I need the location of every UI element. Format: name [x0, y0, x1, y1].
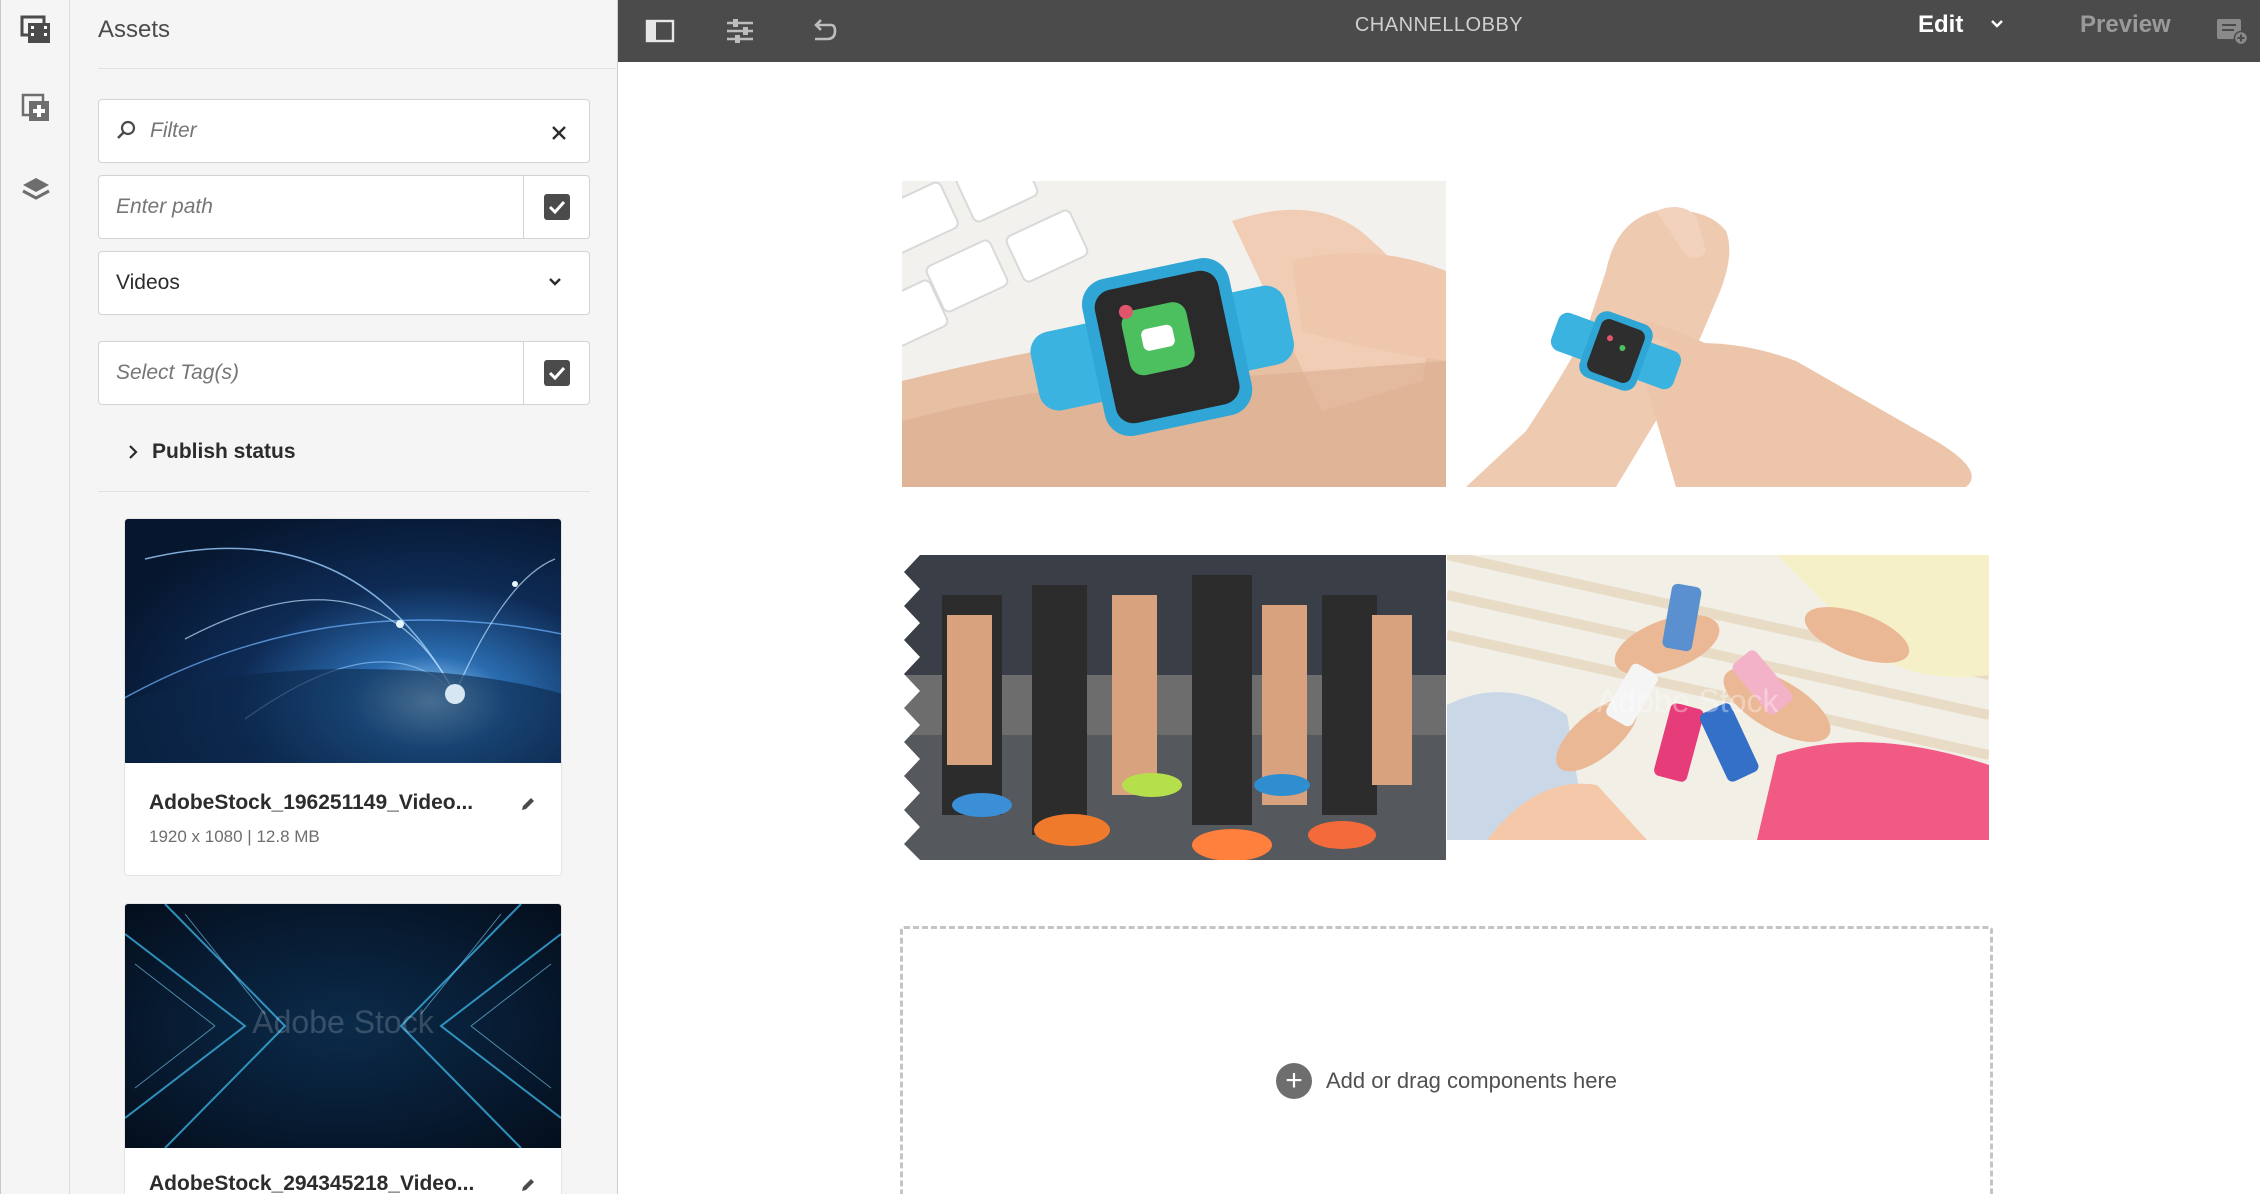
watermark-text: Adobe Stock [252, 1004, 434, 1040]
page-canvas: Adobe Stock + Add or drag components her… [619, 62, 2260, 1194]
undo-icon [814, 19, 837, 41]
tags-field[interactable]: Select Tag(s) [98, 341, 590, 405]
tags-input[interactable]: Select Tag(s) [116, 342, 239, 404]
path-input[interactable]: Enter path [116, 176, 213, 238]
asset-name: AdobeStock_294345218_Video... [149, 1172, 475, 1194]
tags-confirm-button[interactable] [523, 342, 589, 404]
asset-name: AdobeStock_196251149_Video... [149, 791, 474, 814]
image-component-smartwatch-wrist[interactable] [1466, 181, 2010, 487]
image-component-runners[interactable] [902, 555, 1446, 860]
asset-meta: 1920 x 1080 | 12.8 MB [149, 827, 320, 846]
sliders-icon [727, 19, 753, 43]
watermark-text: Adobe Stock [1597, 683, 1779, 719]
path-confirm-button[interactable] [523, 176, 589, 238]
clear-icon[interactable] [551, 125, 567, 141]
search-icon [117, 120, 136, 139]
dropzone-label: Add or drag components here [1325, 1068, 1618, 1093]
asset-card[interactable]: Adobe Stock AdobeStock_294345218_Video..… [124, 903, 562, 1194]
page-properties-button[interactable] [720, 8, 760, 54]
annotations-button[interactable] [2212, 8, 2252, 54]
pencil-icon[interactable] [519, 1176, 537, 1194]
divider [98, 491, 590, 492]
toggle-side-panel-button[interactable] [640, 8, 680, 54]
assets-rail-button[interactable] [1, 0, 71, 60]
annotation-icon [2217, 19, 2248, 45]
editor-toolbar: CHANNELLOBBY Edit Preview [618, 0, 2260, 62]
layers-icon [22, 178, 50, 200]
side-panel-icon [645, 19, 675, 43]
chevron-down-icon[interactable] [1989, 18, 2005, 30]
pencil-icon[interactable] [519, 795, 537, 813]
components-rail-button[interactable] [1, 78, 71, 138]
filter-input[interactable]: Filter [150, 100, 197, 162]
path-field[interactable]: Enter path [98, 175, 590, 239]
asset-card[interactable]: AdobeStock_196251149_Video... 1920 x 108… [124, 518, 562, 876]
app-window: Assets Filter Enter path Videos Select T… [0, 0, 2260, 1194]
divider [98, 68, 616, 69]
dropzone-content: + Add or drag components here [903, 1063, 1990, 1099]
asset-type-select[interactable]: Videos [98, 251, 590, 315]
assets-icon [20, 15, 50, 43]
undo-button[interactable] [803, 8, 843, 54]
image-component-smartwatch-keyboard[interactable] [902, 181, 1446, 487]
publish-status-toggle[interactable]: Publish status [128, 440, 296, 464]
add-icon: + [1275, 1063, 1312, 1099]
checkbox-icon [543, 360, 570, 386]
filter-field[interactable]: Filter [98, 99, 590, 163]
chevron-right-icon [129, 445, 138, 459]
asset-thumbnail[interactable]: Adobe Stock [125, 904, 561, 1148]
assets-panel: Assets Filter Enter path Videos Select T… [70, 0, 618, 1194]
preview-button[interactable]: Preview [2080, 0, 2171, 50]
chevron-down-icon [549, 278, 561, 286]
checkbox-icon [543, 194, 570, 220]
side-rail [0, 0, 70, 1194]
layers-rail-button[interactable] [1, 160, 71, 220]
page-title: CHANNELLOBBY [1354, 14, 1524, 36]
mode-label[interactable]: Edit [1918, 0, 1963, 50]
components-icon [21, 93, 49, 121]
component-dropzone[interactable]: + Add or drag components here [900, 926, 1993, 1194]
image-component-phones-circle[interactable]: Adobe Stock [1447, 555, 1989, 840]
asset-thumbnail[interactable] [125, 519, 561, 763]
asset-type-value: Videos [116, 271, 180, 294]
publish-status-label: Publish status [152, 440, 296, 463]
panel-title: Assets [98, 16, 171, 43]
